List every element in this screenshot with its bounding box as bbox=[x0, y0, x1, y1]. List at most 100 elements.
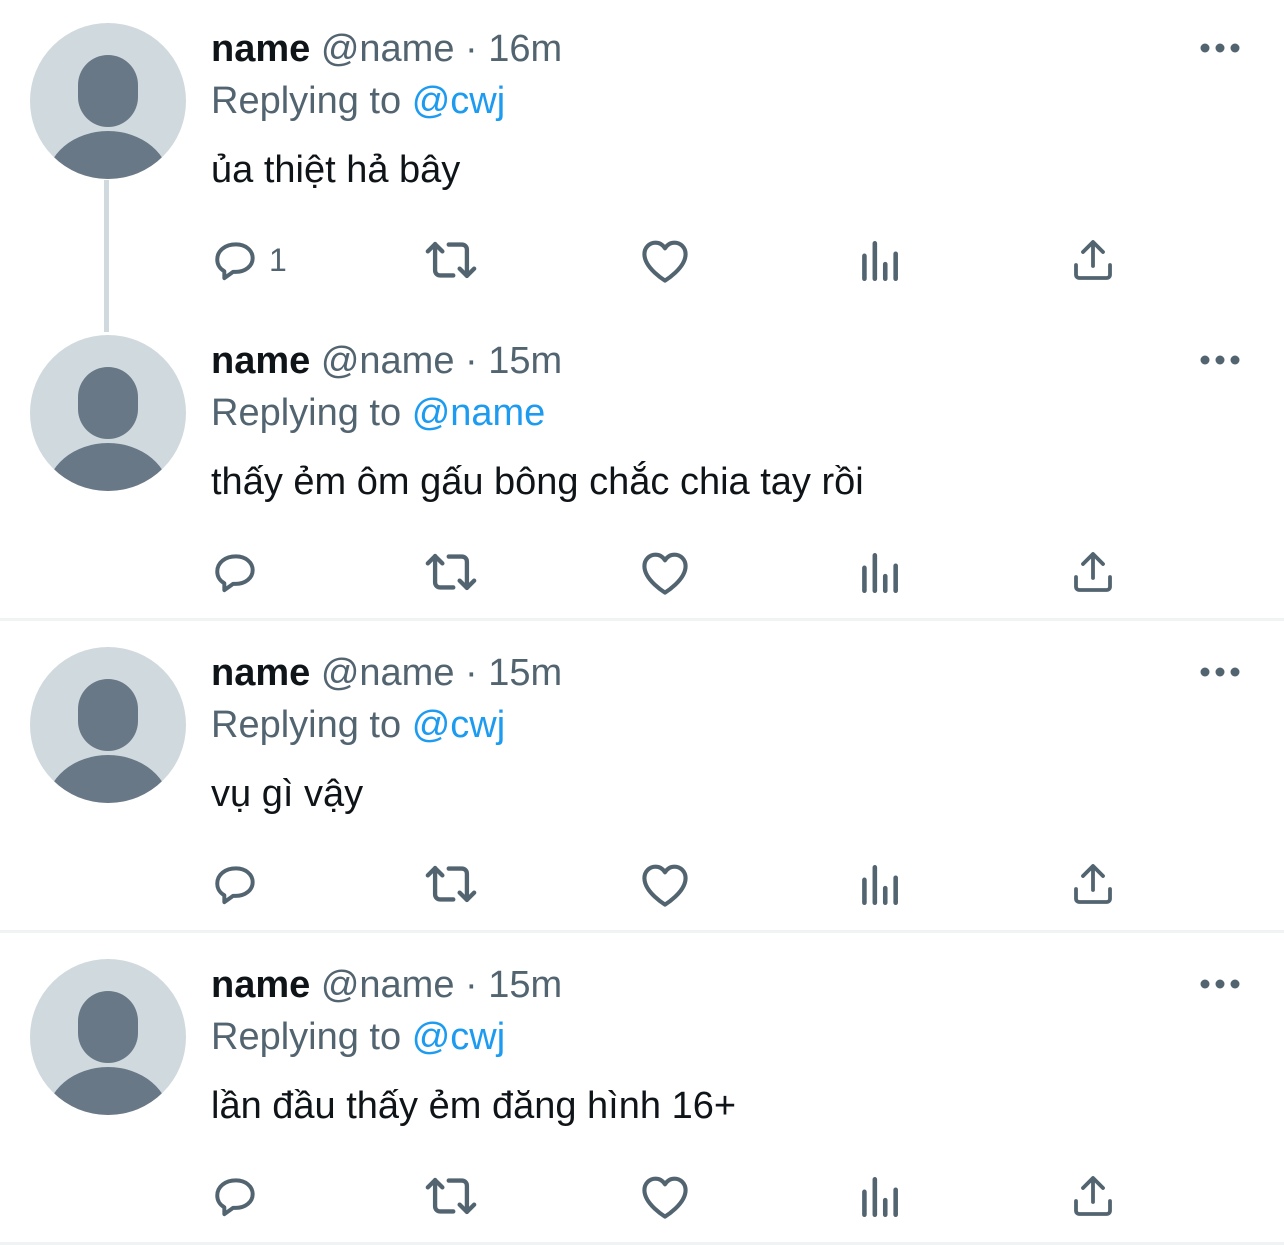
share-button[interactable] bbox=[1069, 234, 1117, 286]
retweet-icon bbox=[425, 865, 477, 903]
timestamp[interactable]: 15m bbox=[488, 964, 562, 1006]
tweet-header: name @name · 16m bbox=[211, 26, 562, 72]
more-horizontal-icon bbox=[1200, 355, 1240, 365]
views-button[interactable] bbox=[857, 1170, 901, 1222]
display-name[interactable]: name bbox=[211, 964, 310, 1006]
avatar[interactable] bbox=[30, 335, 186, 491]
retweet-icon bbox=[425, 553, 477, 591]
avatar[interactable] bbox=[30, 647, 186, 803]
retweet-icon bbox=[425, 241, 477, 279]
display-name[interactable]: name bbox=[211, 652, 310, 694]
replying-to-label: Replying to bbox=[211, 392, 402, 434]
more-horizontal-icon bbox=[1200, 979, 1240, 989]
reply-button[interactable] bbox=[211, 546, 269, 598]
retweet-button[interactable] bbox=[423, 546, 479, 598]
more-horizontal-icon bbox=[1200, 43, 1240, 53]
replying-to: Replying to @cwj bbox=[211, 78, 505, 124]
timestamp[interactable]: 16m bbox=[488, 28, 562, 70]
views-bar-chart-icon bbox=[862, 1177, 898, 1218]
tweet-text: lần đầu thấy ẻm đăng hình 16+ bbox=[211, 1085, 737, 1127]
mention-link[interactable]: @cwj bbox=[412, 1016, 505, 1058]
action-bar bbox=[211, 1170, 1131, 1222]
replying-to-label: Replying to bbox=[211, 1016, 402, 1058]
share-upload-icon bbox=[1074, 240, 1112, 280]
views-button[interactable] bbox=[857, 546, 901, 598]
like-button[interactable] bbox=[639, 546, 691, 598]
display-name[interactable]: name bbox=[211, 340, 310, 382]
share-upload-icon bbox=[1074, 552, 1112, 592]
share-upload-icon bbox=[1074, 1176, 1112, 1216]
mention-link[interactable]: @cwj bbox=[412, 80, 505, 122]
timestamp[interactable]: 15m bbox=[488, 652, 562, 694]
default-avatar-icon bbox=[46, 991, 170, 1115]
separator-dot: · bbox=[465, 652, 478, 694]
retweet-button[interactable] bbox=[423, 1170, 479, 1222]
separator-dot: · bbox=[465, 964, 478, 1006]
replying-to-label: Replying to bbox=[211, 704, 402, 746]
views-bar-chart-icon bbox=[862, 241, 898, 282]
avatar[interactable] bbox=[30, 959, 186, 1115]
action-bar: 1 bbox=[211, 234, 1131, 286]
action-bar bbox=[211, 858, 1131, 910]
user-handle[interactable]: @name bbox=[321, 340, 455, 382]
reply-bubble-icon bbox=[215, 242, 255, 281]
reply-bubble-icon bbox=[215, 554, 255, 593]
views-button[interactable] bbox=[857, 234, 901, 286]
replying-to: Replying to @cwj bbox=[211, 1014, 505, 1060]
avatar[interactable] bbox=[30, 23, 186, 179]
separator-dot: · bbox=[465, 340, 478, 382]
tweet-header: name @name · 15m bbox=[211, 650, 562, 696]
heart-icon bbox=[642, 1176, 688, 1219]
mention-link[interactable]: @cwj bbox=[412, 704, 505, 746]
like-button[interactable] bbox=[639, 1170, 691, 1222]
timestamp[interactable]: 15m bbox=[488, 340, 562, 382]
like-button[interactable] bbox=[639, 234, 691, 286]
reply-button[interactable] bbox=[211, 858, 269, 910]
share-upload-icon bbox=[1074, 864, 1112, 904]
views-bar-chart-icon bbox=[862, 553, 898, 594]
mention-link[interactable]: @name bbox=[412, 392, 546, 434]
tweet[interactable]: name @name · 15m Replying to @cwj lần đầ… bbox=[0, 936, 1284, 1242]
more-options-button[interactable] bbox=[1198, 662, 1242, 682]
reply-bubble-icon bbox=[215, 1178, 255, 1217]
user-handle[interactable]: @name bbox=[321, 28, 455, 70]
share-button[interactable] bbox=[1069, 858, 1117, 910]
retweet-button[interactable] bbox=[423, 858, 479, 910]
tweet-divider bbox=[0, 618, 1284, 621]
user-handle[interactable]: @name bbox=[321, 964, 455, 1006]
share-button[interactable] bbox=[1069, 1170, 1117, 1222]
tweet-text: ủa thiệt hả bây bbox=[211, 149, 461, 191]
retweet-button[interactable] bbox=[423, 234, 479, 286]
default-avatar-icon bbox=[46, 55, 170, 179]
views-button[interactable] bbox=[857, 858, 901, 910]
replying-to: Replying to @name bbox=[211, 390, 545, 436]
tweet[interactable]: name @name · 15m Replying to @cwj vụ gì … bbox=[0, 624, 1284, 932]
share-button[interactable] bbox=[1069, 546, 1117, 598]
more-options-button[interactable] bbox=[1198, 38, 1242, 58]
reply-bubble-icon bbox=[215, 866, 255, 905]
user-handle[interactable]: @name bbox=[321, 652, 455, 694]
display-name[interactable]: name bbox=[211, 28, 310, 70]
more-options-button[interactable] bbox=[1198, 350, 1242, 370]
action-bar bbox=[211, 546, 1131, 598]
replying-to: Replying to @cwj bbox=[211, 702, 505, 748]
retweet-icon bbox=[425, 1177, 477, 1215]
separator-dot: · bbox=[465, 28, 478, 70]
heart-icon bbox=[642, 240, 688, 283]
more-options-button[interactable] bbox=[1198, 974, 1242, 994]
tweet-text: thấy ẻm ôm gấu bông chắc chia tay rồi bbox=[211, 461, 864, 503]
more-horizontal-icon bbox=[1200, 667, 1240, 677]
tweet[interactable]: name @name · 16m Replying to @cwj ủa thi… bbox=[0, 0, 1284, 312]
reply-button[interactable] bbox=[211, 1170, 269, 1222]
like-button[interactable] bbox=[639, 858, 691, 910]
heart-icon bbox=[642, 864, 688, 907]
default-avatar-icon bbox=[46, 679, 170, 803]
reply-button[interactable]: 1 bbox=[211, 234, 287, 286]
tweet[interactable]: name @name · 15m Replying to @name thấy … bbox=[0, 312, 1284, 620]
tweet-header: name @name · 15m bbox=[211, 338, 562, 384]
heart-icon bbox=[642, 552, 688, 595]
tweet-divider bbox=[0, 930, 1284, 933]
reply-count: 1 bbox=[269, 241, 287, 278]
views-bar-chart-icon bbox=[862, 865, 898, 906]
tweet-header: name @name · 15m bbox=[211, 962, 562, 1008]
